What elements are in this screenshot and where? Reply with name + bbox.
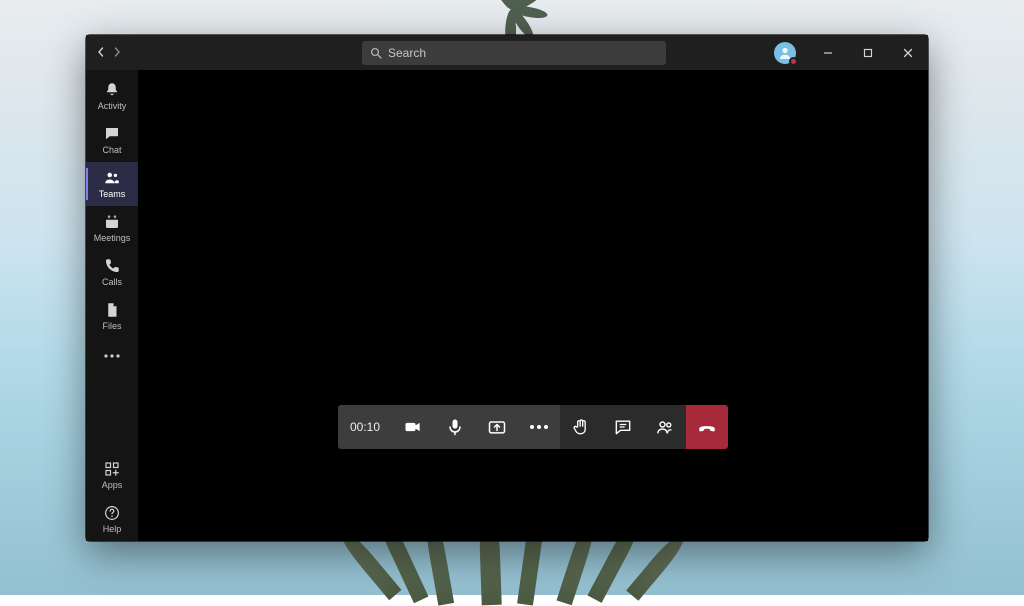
phone-icon [103, 257, 121, 275]
call-timer: 00:10 [338, 405, 392, 449]
back-button[interactable] [96, 44, 106, 62]
calendar-icon [103, 213, 121, 231]
camera-icon [403, 417, 423, 437]
minimize-button[interactable] [808, 35, 848, 70]
profile-avatar[interactable] [774, 42, 796, 64]
call-toolbar: 00:10 [338, 405, 728, 449]
rail-item-teams[interactable]: Teams [86, 162, 138, 206]
rail-more-button[interactable] [86, 338, 138, 374]
rail-item-label: Teams [99, 189, 126, 199]
bell-icon [103, 81, 121, 99]
rail-item-label: Chat [102, 145, 121, 155]
raise-hand-button[interactable] [560, 405, 602, 449]
file-icon [103, 301, 121, 319]
raise-hand-icon [571, 417, 591, 437]
rail-item-calls[interactable]: Calls [86, 250, 138, 294]
microphone-icon [445, 417, 465, 437]
teams-icon [103, 169, 121, 187]
help-icon [103, 504, 121, 522]
search-input[interactable]: Search [362, 41, 666, 65]
close-icon [903, 48, 913, 58]
rail-item-help[interactable]: Help [86, 497, 138, 541]
share-screen-icon [487, 417, 507, 437]
maximize-button[interactable] [848, 35, 888, 70]
search-placeholder: Search [388, 46, 426, 60]
apps-icon [103, 460, 121, 478]
chat-bubble-icon [613, 417, 633, 437]
share-screen-button[interactable] [476, 405, 518, 449]
rail-item-label: Files [102, 321, 121, 331]
more-actions-button[interactable] [518, 405, 560, 449]
ellipsis-icon [103, 353, 121, 359]
hang-up-icon [696, 416, 718, 438]
people-icon [655, 417, 675, 437]
chat-icon [103, 125, 121, 143]
search-icon [370, 47, 382, 59]
ellipsis-icon [530, 425, 548, 429]
close-button[interactable] [888, 35, 928, 70]
participants-button[interactable] [644, 405, 686, 449]
camera-toggle[interactable] [392, 405, 434, 449]
titlebar: Search [86, 35, 928, 70]
rail-item-label: Calls [102, 277, 122, 287]
hang-up-button[interactable] [686, 405, 728, 449]
rail-item-label: Help [103, 524, 122, 534]
maximize-icon [863, 48, 873, 58]
app-rail: Activity Chat Teams Meetings Calls Files [86, 70, 138, 541]
presence-badge [789, 57, 798, 66]
rail-item-label: Activity [98, 101, 127, 111]
forward-button[interactable] [112, 44, 122, 62]
rail-item-label: Apps [102, 480, 123, 490]
microphone-toggle[interactable] [434, 405, 476, 449]
minimize-icon [823, 48, 833, 58]
rail-item-apps[interactable]: Apps [86, 453, 138, 497]
rail-item-chat[interactable]: Chat [86, 118, 138, 162]
rail-item-label: Meetings [94, 233, 131, 243]
teams-window: Search Activity [86, 35, 928, 541]
meeting-chat-button[interactable] [602, 405, 644, 449]
rail-item-activity[interactable]: Activity [86, 74, 138, 118]
rail-item-files[interactable]: Files [86, 294, 138, 338]
meeting-stage: 00:10 [138, 70, 928, 541]
rail-item-meetings[interactable]: Meetings [86, 206, 138, 250]
